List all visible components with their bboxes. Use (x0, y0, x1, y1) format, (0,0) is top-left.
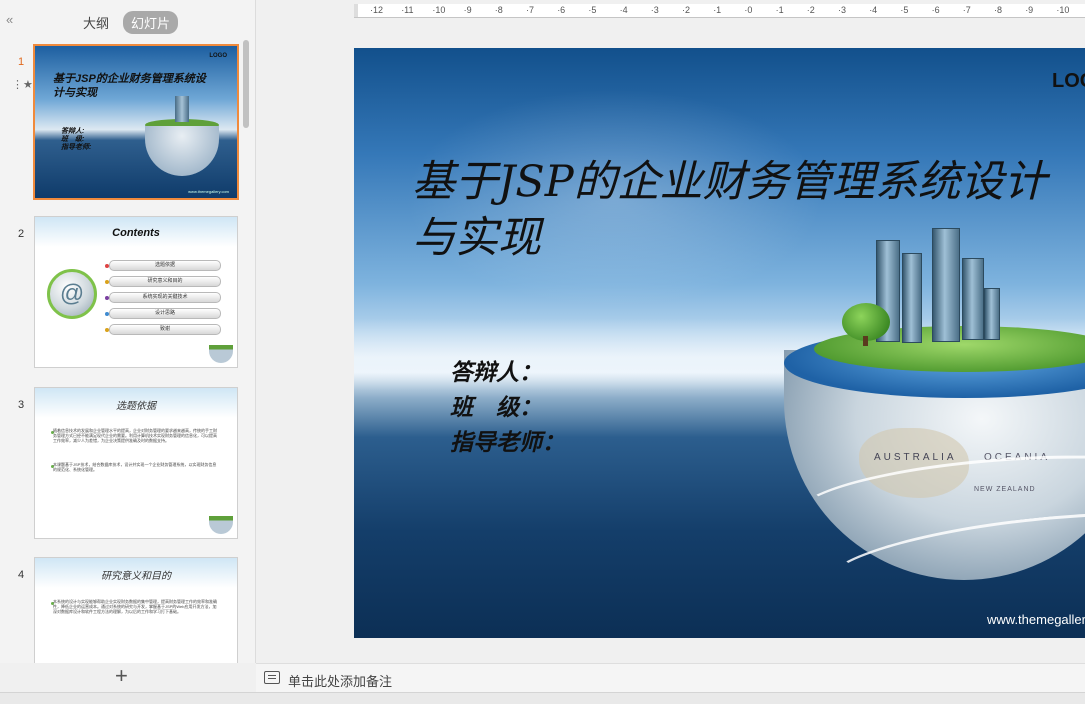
tab-outline[interactable]: 大纲 (75, 11, 117, 34)
slide-thumbnail[interactable]: LOGO 基于JSP的企业财务管理系统设计与实现 答辩人: 班 级: 指导老师:… (33, 44, 239, 200)
contents-item: 系统实现的关键技术 (109, 292, 221, 303)
map-label-australia: AUSTRALIA (874, 452, 957, 463)
thumbnail-scrollbar[interactable] (243, 40, 249, 128)
ruler-tick-label: ·10 (1056, 5, 1070, 15)
ruler-tick-label: ·7 (526, 5, 535, 15)
collapse-panel-icon[interactable]: « (6, 12, 13, 27)
building-graphic (902, 253, 922, 343)
ruler-tick-label: ·2 (806, 5, 815, 15)
at-sign-icon: @ (47, 269, 97, 319)
slide-number: 3 (18, 399, 25, 411)
ruler-tick-label: ·7 (962, 5, 971, 15)
ruler-tick-label: ·3 (838, 5, 847, 15)
notes-placeholder[interactable]: 单击此处添加备注 (288, 671, 392, 690)
slide-thumbnail[interactable]: 选题依据 随着信息技术的发展和企业管理水平的提高，企业对财务管理的要求越来越高，… (34, 387, 238, 539)
thumb-title: 选题依据 (116, 401, 156, 412)
slide-number: 4 (18, 569, 25, 581)
ruler-margin (354, 4, 358, 17)
ruler-tick-label: ·8 (494, 5, 503, 15)
ruler-tick-label: ·5 (588, 5, 597, 15)
status-bar (0, 692, 1085, 704)
thumb-title: 研究意义和目的 (101, 571, 171, 582)
thumb-url: www.themegallery.com (188, 189, 229, 194)
slide-thumbnail[interactable]: Contents @ 选题依据 研究意义和目的 系统实现的关键技术 设计思路 致… (34, 216, 238, 368)
ruler-tick-label: ·6 (557, 5, 566, 15)
view-tabs: 大纲 幻灯片 (75, 11, 179, 34)
thumb-line: 指导老师: (61, 144, 92, 151)
contents-item: 选题依据 (109, 260, 221, 271)
ruler-tick-label: ·10 (432, 5, 446, 15)
slide-number: 1 (18, 56, 25, 68)
presenter-field[interactable]: 答辩人： (450, 353, 542, 387)
notes-bar[interactable]: 单击此处添加备注 (256, 663, 1085, 693)
ruler-tick-label: ·4 (619, 5, 628, 15)
horizontal-ruler[interactable]: ·12 ·11 ·10 ·9 ·8 ·7 ·6 ·5 ·4 ·3 ·2 ·1 ·0 ·1 ·2 ·3 ·4 ·5 ·… (354, 4, 1085, 18)
thumb-title: 基于JSP的企业财务管理系统设计与实现 (53, 73, 206, 99)
contents-item: 研究意义和目的 (109, 276, 221, 287)
thumb-logo: LOGO (209, 53, 227, 59)
thumb-building-graphic (175, 96, 189, 122)
advisor-field[interactable]: 指导老师： (450, 423, 565, 457)
building-graphic (962, 258, 984, 340)
ruler-tick-label: ·11 (401, 5, 414, 15)
slide-number: 2 (18, 228, 25, 240)
ruler-tick-label: ·8 (994, 5, 1003, 15)
website-url: www.themegallery.com (987, 612, 1085, 627)
slide-canvas[interactable]: LOGO 基于JSP的企业财务管理系统设计与实现 答辩人： 班 级： 指导老师：… (354, 48, 1085, 638)
tab-slides[interactable]: 幻灯片 (123, 11, 179, 34)
building-graphic (984, 288, 1000, 340)
tree-trunk-graphic (863, 336, 868, 346)
building-graphic (932, 228, 960, 342)
ruler-tick-label: ·3 (650, 5, 659, 15)
add-slide-button[interactable]: + (115, 663, 128, 689)
ruler-tick-label: ·4 (869, 5, 878, 15)
ruler-tick-label: ·12 (370, 5, 384, 15)
mini-globe-graphic (209, 345, 233, 363)
contents-item: 设计思路 (109, 308, 221, 319)
ruler-tick-label: ·0 (744, 5, 753, 15)
logo: LOGO (1052, 70, 1085, 92)
mini-globe-graphic (209, 516, 233, 534)
contents-item: 致谢 (109, 324, 221, 335)
thumb-globe-graphic (145, 126, 219, 176)
thumb-paragraph: 本系统的设计与实现能够帮助企业实现财务数据的集中管理，提高财务管理工作的效率和准… (53, 599, 217, 614)
ruler-tick-label: ·2 (682, 5, 691, 15)
thumb-paragraph: 随着信息技术的发展和企业管理水平的提高，企业对财务管理的要求越来越高，传统的手工… (53, 428, 217, 443)
thumb-paragraph: 本课题基于JSP技术，结合数据库技术，设计并实现一个企业财务管理系统，以实现财务… (53, 462, 217, 472)
thumb-title: Contents (112, 227, 160, 239)
slide-thumbnail[interactable]: 研究意义和目的 本系统的设计与实现能够帮助企业实现财务数据的集中管理，提高财务管… (34, 557, 238, 663)
class-field[interactable]: 班 级： (450, 388, 542, 422)
slide-panel: « 大纲 幻灯片 1 ⋮★ LOGO 基于JSP的企业财务管理系统设计与实现 答… (0, 0, 256, 663)
ruler-tick-label: ·9 (463, 5, 472, 15)
ruler-tick-label: ·5 (900, 5, 909, 15)
ruler-tick-label: ·9 (1025, 5, 1034, 15)
notes-icon (264, 671, 280, 684)
ruler-tick-label: ·6 (931, 5, 940, 15)
slide-title[interactable]: 基于JSP的企业财务管理系统设计与实现 (412, 154, 1072, 266)
ruler-tick-label: ·1 (775, 5, 784, 15)
star-icon[interactable]: ⋮★ (12, 78, 33, 91)
ruler-tick-label: ·1 (713, 5, 722, 15)
